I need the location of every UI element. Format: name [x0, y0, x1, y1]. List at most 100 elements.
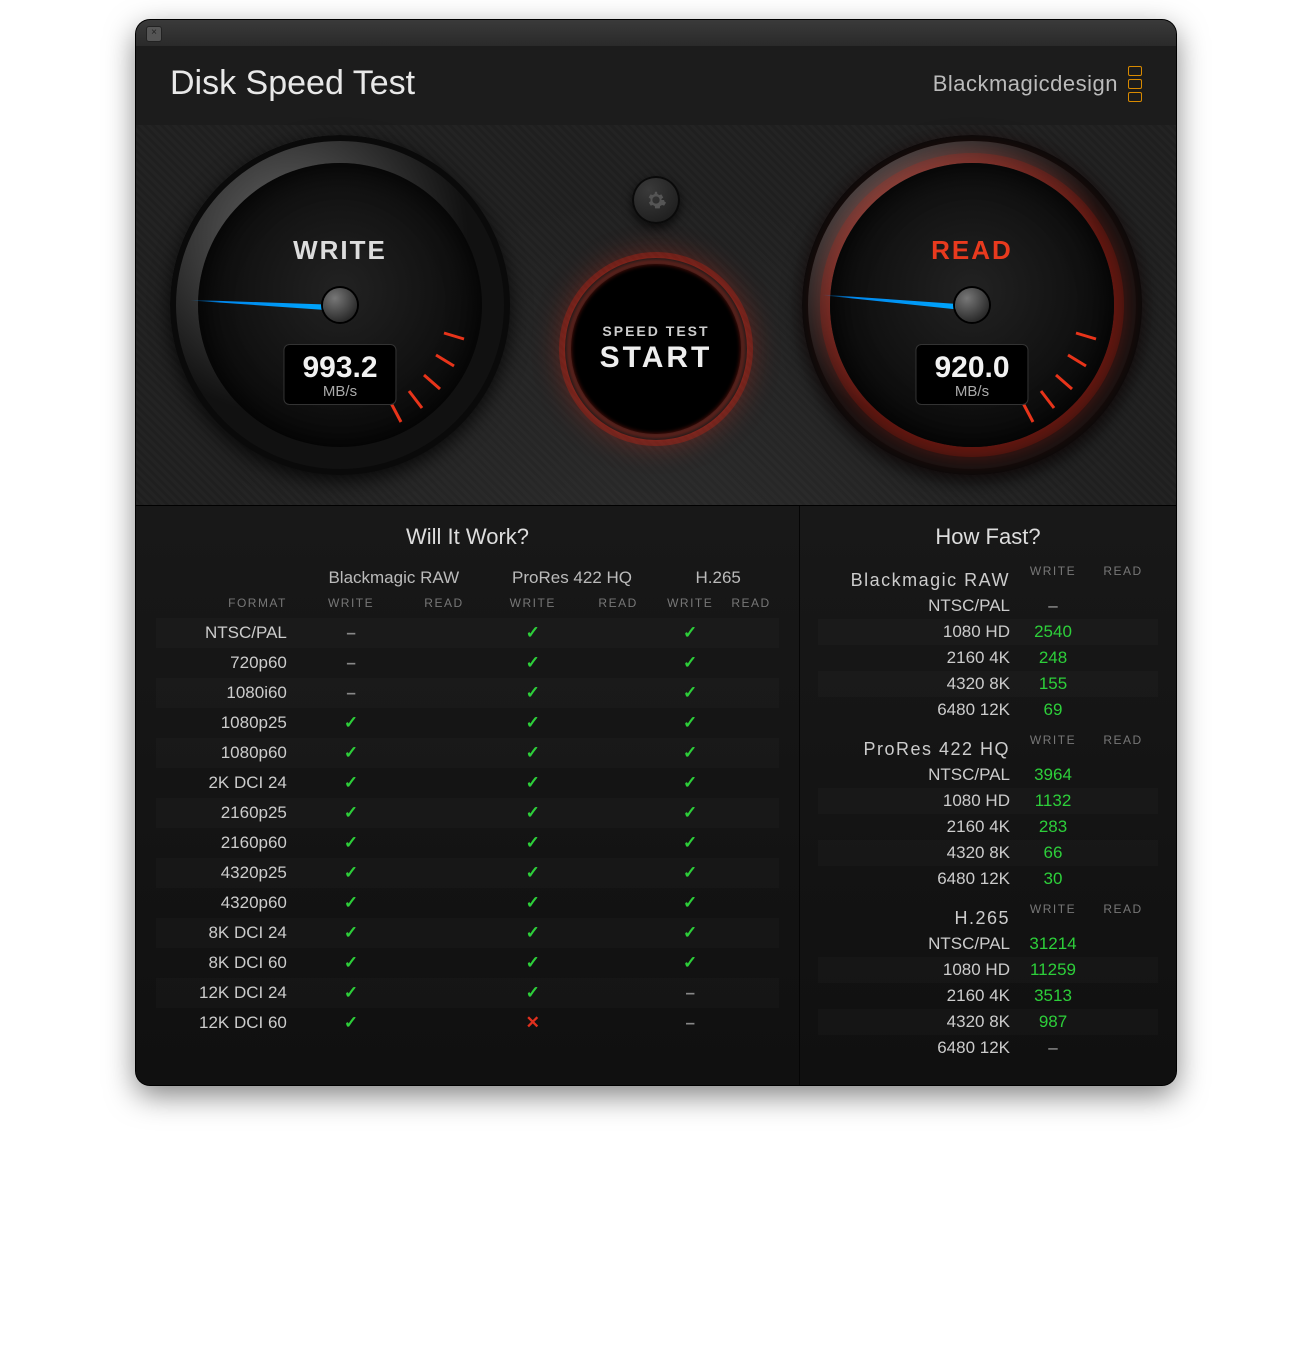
result-cell: ✓: [657, 768, 723, 798]
result-cell: ✓: [487, 618, 579, 648]
write-fps: 3513: [1018, 986, 1088, 1006]
result-cell: ✓: [657, 828, 723, 858]
format-label: 2160p25: [156, 798, 301, 828]
brand-icon: [1128, 66, 1142, 102]
result-cell: [401, 738, 487, 768]
result-cell: [401, 768, 487, 798]
how-fast-row: 1080 HD1132: [818, 788, 1158, 814]
result-cell: [723, 948, 779, 978]
result-cell: [401, 828, 487, 858]
format-label: 8K DCI 60: [156, 948, 301, 978]
how-fast-row: NTSC/PAL–: [818, 593, 1158, 619]
result-cell: [723, 828, 779, 858]
format-label: 2K DCI 24: [156, 768, 301, 798]
format-label: 4320p60: [156, 888, 301, 918]
format-label: 1080i60: [156, 678, 301, 708]
result-cell: [401, 678, 487, 708]
write-fps: 155: [1018, 674, 1088, 694]
write-fps: –: [1018, 596, 1088, 616]
table-row: 4320p60✓✓✓: [156, 888, 779, 918]
how-fast-row: 6480 12K–: [818, 1035, 1158, 1061]
table-row: 1080p25✓✓✓: [156, 708, 779, 738]
write-fps: 11259: [1018, 960, 1088, 980]
result-cell: –: [301, 618, 401, 648]
result-cell: [723, 708, 779, 738]
brand-logo: Blackmagicdesign: [933, 66, 1142, 102]
table-row: 12K DCI 24✓✓–: [156, 978, 779, 1008]
result-cell: [579, 978, 658, 1008]
format-label: 2160p60: [156, 828, 301, 858]
table-row: 1080p60✓✓✓: [156, 738, 779, 768]
how-fast-row: 4320 8K66: [818, 840, 1158, 866]
result-cell: ✓: [487, 798, 579, 828]
table-row: 8K DCI 24✓✓✓: [156, 918, 779, 948]
result-cell: ✕: [487, 1008, 579, 1038]
app-title: Disk Speed Test: [170, 64, 415, 103]
result-cell: [579, 678, 658, 708]
format-label: 1080p60: [156, 738, 301, 768]
result-cell: ✓: [657, 738, 723, 768]
result-cell: ✓: [301, 978, 401, 1008]
result-cell: [579, 1008, 658, 1038]
result-cell: [579, 828, 658, 858]
result-cell: –: [657, 978, 723, 1008]
table-row: 2160p60✓✓✓: [156, 828, 779, 858]
how-fast-panel: How Fast? Blackmagic RAWWRITEREADNTSC/PA…: [800, 506, 1176, 1085]
result-cell: [401, 1008, 487, 1038]
how-fast-group-header: Blackmagic RAWWRITEREAD: [818, 564, 1158, 593]
result-cell: ✓: [487, 678, 579, 708]
result-cell: [579, 708, 658, 738]
read-gauge: READ 920.0 MB/s: [802, 135, 1142, 475]
how-fast-group-header: H.265WRITEREAD: [818, 902, 1158, 931]
result-cell: ✓: [487, 858, 579, 888]
format-label: NTSC/PAL: [156, 618, 301, 648]
result-cell: [723, 738, 779, 768]
close-button[interactable]: ×: [146, 26, 162, 42]
result-cell: ✓: [301, 768, 401, 798]
result-cell: ✓: [657, 618, 723, 648]
how-fast-title: How Fast?: [818, 524, 1158, 550]
result-cell: ✓: [657, 648, 723, 678]
result-cell: [401, 648, 487, 678]
result-cell: [723, 648, 779, 678]
result-cell: ✓: [301, 858, 401, 888]
write-fps: –: [1018, 1038, 1088, 1058]
results-panels: Will It Work? Blackmagic RAW ProRes 422 …: [136, 505, 1176, 1085]
write-gauge: WRITE 993.2 MB/s: [170, 135, 510, 475]
write-fps: 248: [1018, 648, 1088, 668]
result-cell: ✓: [657, 708, 723, 738]
how-fast-row: 2160 4K3513: [818, 983, 1158, 1009]
result-cell: [401, 918, 487, 948]
will-it-work-table: Blackmagic RAW ProRes 422 HQ H.265 FORMA…: [156, 564, 779, 1038]
result-cell: ✓: [657, 678, 723, 708]
start-button[interactable]: SPEED TEST START: [571, 264, 741, 434]
will-it-work-panel: Will It Work? Blackmagic RAW ProRes 422 …: [136, 506, 800, 1085]
start-button-line1: SPEED TEST: [602, 323, 709, 339]
write-fps: 66: [1018, 843, 1088, 863]
how-fast-row: 1080 HD2540: [818, 619, 1158, 645]
result-cell: ✓: [301, 1008, 401, 1038]
format-label: 8K DCI 24: [156, 918, 301, 948]
result-cell: ✓: [301, 708, 401, 738]
result-cell: [579, 948, 658, 978]
result-cell: ✓: [487, 888, 579, 918]
result-cell: [579, 618, 658, 648]
result-cell: [723, 798, 779, 828]
result-cell: [579, 918, 658, 948]
result-cell: ✓: [301, 888, 401, 918]
settings-button[interactable]: [632, 176, 680, 224]
titlebar: ×: [136, 20, 1176, 46]
write-fps: 2540: [1018, 622, 1088, 642]
result-cell: [401, 798, 487, 828]
format-label: 1080p25: [156, 708, 301, 738]
result-cell: [723, 978, 779, 1008]
start-button-line2: START: [600, 341, 713, 375]
result-cell: ✓: [657, 888, 723, 918]
result-cell: –: [301, 648, 401, 678]
result-cell: ✓: [487, 768, 579, 798]
table-row: 12K DCI 60✓✕–: [156, 1008, 779, 1038]
how-fast-row: 6480 12K30: [818, 866, 1158, 892]
result-cell: –: [301, 678, 401, 708]
format-label: 12K DCI 24: [156, 978, 301, 1008]
result-cell: ✓: [487, 948, 579, 978]
